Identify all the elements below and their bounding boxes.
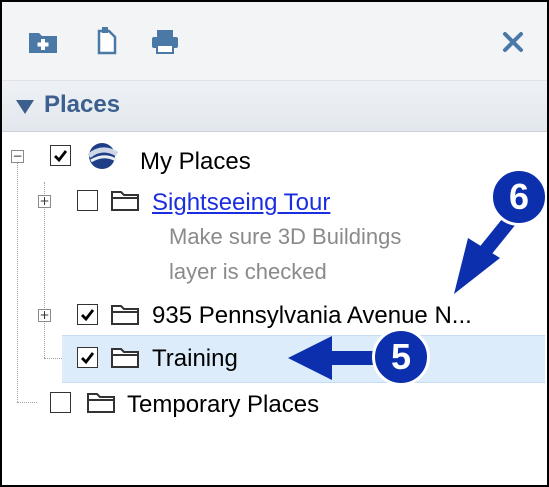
step-6-callout: 6 <box>490 168 547 226</box>
places-panel: Places − My Places + Sightseeing Tour Ma… <box>0 0 549 487</box>
step-5-callout: 5 <box>372 328 430 386</box>
annotation-arrows <box>288 203 526 380</box>
